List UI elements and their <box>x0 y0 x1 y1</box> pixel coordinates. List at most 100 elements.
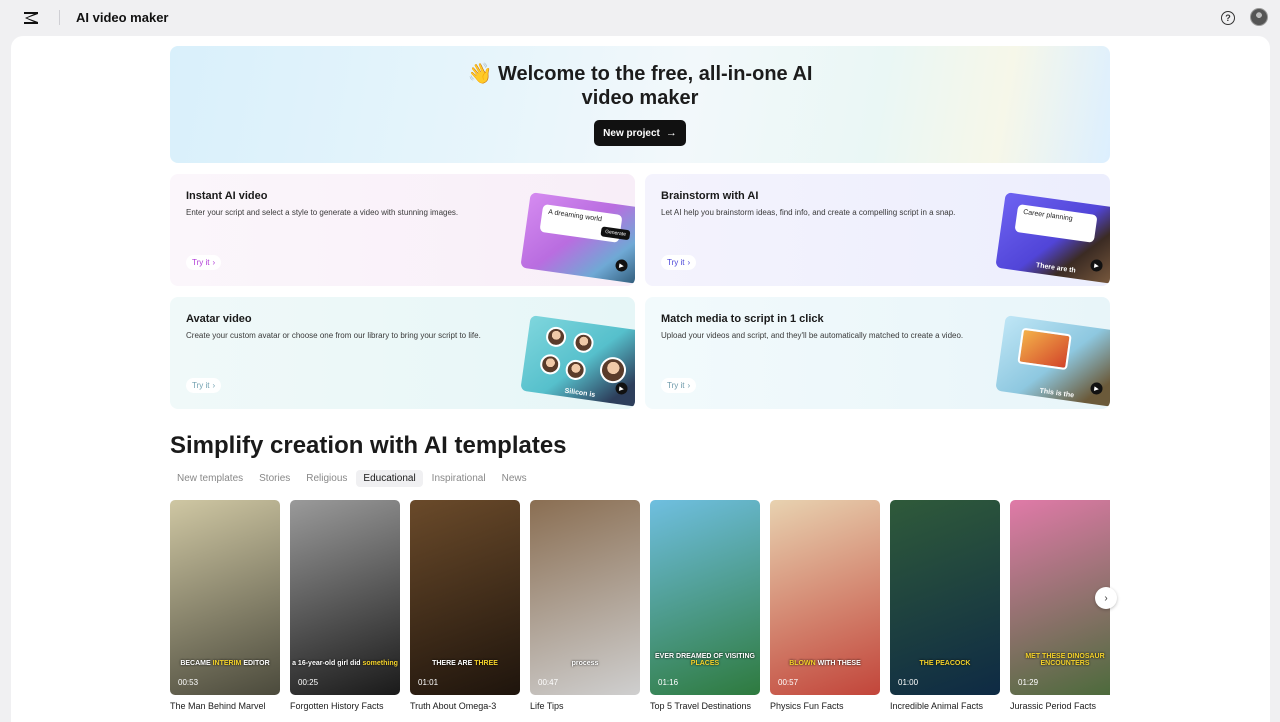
card-description: Upload your videos and script, and they'… <box>661 331 964 340</box>
caption-text: a 16-year-old girl did <box>292 660 363 667</box>
card-thumbnail: A dreaming world Generate ▶ <box>520 192 635 284</box>
thumb-prompt-text: Career planning <box>1022 208 1074 223</box>
new-project-label: New project <box>603 127 660 139</box>
template-thumbnail[interactable]: EVER DREAMED OF VISITING PLACES 01:16 <box>650 500 760 695</box>
chevron-right-icon: › <box>687 381 691 390</box>
card-match-media[interactable]: Match media to script in 1 click Upload … <box>645 297 1110 409</box>
template-caption: BECAME INTERIM EDITOR <box>170 660 280 667</box>
user-avatar[interactable] <box>1250 8 1268 26</box>
card-thumbnail: This is the ▶ <box>995 315 1110 407</box>
thumb-caption: There are th <box>1035 262 1077 275</box>
caption-highlight: something <box>362 660 398 667</box>
tab-educational[interactable]: Educational <box>356 470 423 487</box>
tab-inspirational[interactable]: Inspirational <box>425 470 493 487</box>
template-caption: EVER DREAMED OF VISITING PLACES <box>650 653 760 667</box>
try-it-label: Try it <box>192 258 210 267</box>
template-duration: 00:47 <box>538 678 559 687</box>
main-panel: 👋 Welcome to the free, all-in-one AI vid… <box>11 36 1270 722</box>
play-icon: ▶ <box>1089 258 1104 273</box>
card-description: Let AI help you brainstorm ideas, find i… <box>661 208 956 217</box>
thumb-caption: This is the <box>1039 387 1075 400</box>
template-duration: 00:53 <box>178 678 199 687</box>
chevron-right-icon: › <box>212 381 216 390</box>
caption-highlight: PLACES <box>690 660 720 667</box>
caption-text: EVER DREAMED OF VISITING <box>655 653 755 660</box>
card-description: Enter your script and select a style to … <box>186 208 459 217</box>
template-caption: THERE ARE THREE <box>410 660 520 667</box>
tab-news[interactable]: News <box>495 470 534 487</box>
template-card[interactable]: a 16-year-old girl did something 00:25 For… <box>290 500 400 711</box>
try-it-label: Try it <box>192 381 210 390</box>
card-title: Avatar video <box>186 313 252 325</box>
card-avatar-video[interactable]: Avatar video Create your custom avatar o… <box>170 297 635 409</box>
template-name: The Man Behind Marvel <box>170 701 266 711</box>
template-name: Top 5 Travel Destinations <box>650 701 752 711</box>
try-it-label: Try it <box>667 258 685 267</box>
template-card[interactable]: THERE ARE THREE 01:01 Truth About Omega-3 <box>410 500 520 711</box>
caption-highlight: THE PEACOCK <box>919 660 971 667</box>
card-instant-ai-video[interactable]: Instant AI video Enter your script and s… <box>170 174 635 286</box>
template-tabs: New templates Stories Religious Educational… <box>170 470 534 487</box>
capcut-logo-icon[interactable] <box>22 9 40 27</box>
topbar-divider <box>59 10 60 25</box>
template-carousel: BECAME INTERIM EDITOR 00:53 The Man Behind… <box>170 500 1110 715</box>
thumb-prompt-text: A dreaming world <box>547 208 603 224</box>
chevron-right-icon: › <box>687 258 691 267</box>
caption-text: THERE ARE <box>432 660 475 667</box>
template-thumbnail[interactable]: BLOWN WITH THESE 00:57 <box>770 500 880 695</box>
template-name: Forgotten History Facts <box>290 701 384 711</box>
play-icon: ▶ <box>614 258 629 273</box>
thumb-generate-button: Generate <box>600 226 631 241</box>
card-thumbnail: Career planning There are th ▶ <box>995 192 1110 284</box>
template-thumbnail[interactable]: THE PEACOCK 01:00 <box>890 500 1000 695</box>
template-duration: 01:16 <box>658 678 679 687</box>
template-name: Physics Fun Facts <box>770 701 844 711</box>
try-it-button[interactable]: Try it › <box>661 378 697 393</box>
card-brainstorm-with-ai[interactable]: Brainstorm with AI Let AI help you brain… <box>645 174 1110 286</box>
section-title: Simplify creation with AI templates <box>170 432 567 459</box>
caption-highlight: MET THESE DINOSAUR ENCOUNTERS <box>1025 653 1105 667</box>
template-card[interactable]: BECAME INTERIM EDITOR 00:53 The Man Behind… <box>170 500 280 711</box>
new-project-button[interactable]: New project → <box>594 120 686 146</box>
template-name: Life Tips <box>530 701 564 711</box>
arrow-right-icon: → <box>665 127 677 139</box>
avatar-face-icon <box>598 355 628 385</box>
play-icon: ▶ <box>1089 381 1104 396</box>
avatar-face-icon <box>544 325 568 349</box>
template-card[interactable]: MET THESE DINOSAUR ENCOUNTERS 01:29 Jurass… <box>1010 500 1110 711</box>
top-bar: AI video maker ? <box>0 0 1280 36</box>
try-it-button[interactable]: Try it › <box>661 255 697 270</box>
tab-new-templates[interactable]: New templates <box>170 470 250 487</box>
template-caption: BLOWN WITH THESE <box>770 660 880 667</box>
try-it-button[interactable]: Try it › <box>186 378 222 393</box>
help-icon[interactable]: ? <box>1221 11 1235 25</box>
hero-banner: 👋 Welcome to the free, all-in-one AI vid… <box>170 46 1110 163</box>
template-card[interactable]: BLOWN WITH THESE 00:57 Physics Fun Facts <box>770 500 880 711</box>
media-clip-icon <box>1017 327 1072 371</box>
card-title: Brainstorm with AI <box>661 190 759 202</box>
tab-religious[interactable]: Religious <box>299 470 354 487</box>
tab-stories[interactable]: Stories <box>252 470 297 487</box>
template-caption: a 16-year-old girl did something <box>290 660 400 667</box>
template-duration: 01:29 <box>1018 678 1039 687</box>
template-card[interactable]: process 00:47 Life Tips <box>530 500 640 711</box>
app-title: AI video maker <box>76 10 169 25</box>
carousel-next-button[interactable]: › <box>1095 587 1117 609</box>
hero-title-line-2: video maker <box>581 87 699 109</box>
template-thumbnail[interactable]: a 16-year-old girl did something 00:25 <box>290 500 400 695</box>
caption-text: BECAME <box>180 660 213 667</box>
play-icon: ▶ <box>614 381 629 396</box>
template-card[interactable]: THE PEACOCK 01:00 Incredible Animal Facts <box>890 500 1000 711</box>
thumb-prompt-box: Career planning <box>1014 204 1098 243</box>
try-it-button[interactable]: Try it › <box>186 255 222 270</box>
template-duration: 00:25 <box>298 678 319 687</box>
template-thumbnail[interactable]: THERE ARE THREE 01:01 <box>410 500 520 695</box>
caption-text: EDITOR <box>241 660 270 667</box>
template-thumbnail[interactable]: process 00:47 <box>530 500 640 695</box>
chevron-right-icon: › <box>1104 592 1108 604</box>
caption-highlight: THREE <box>474 660 498 667</box>
chevron-right-icon: › <box>212 258 216 267</box>
template-thumbnail[interactable]: BECAME INTERIM EDITOR 00:53 <box>170 500 280 695</box>
template-card[interactable]: EVER DREAMED OF VISITING PLACES 01:16 Top … <box>650 500 760 711</box>
try-it-label: Try it <box>667 381 685 390</box>
